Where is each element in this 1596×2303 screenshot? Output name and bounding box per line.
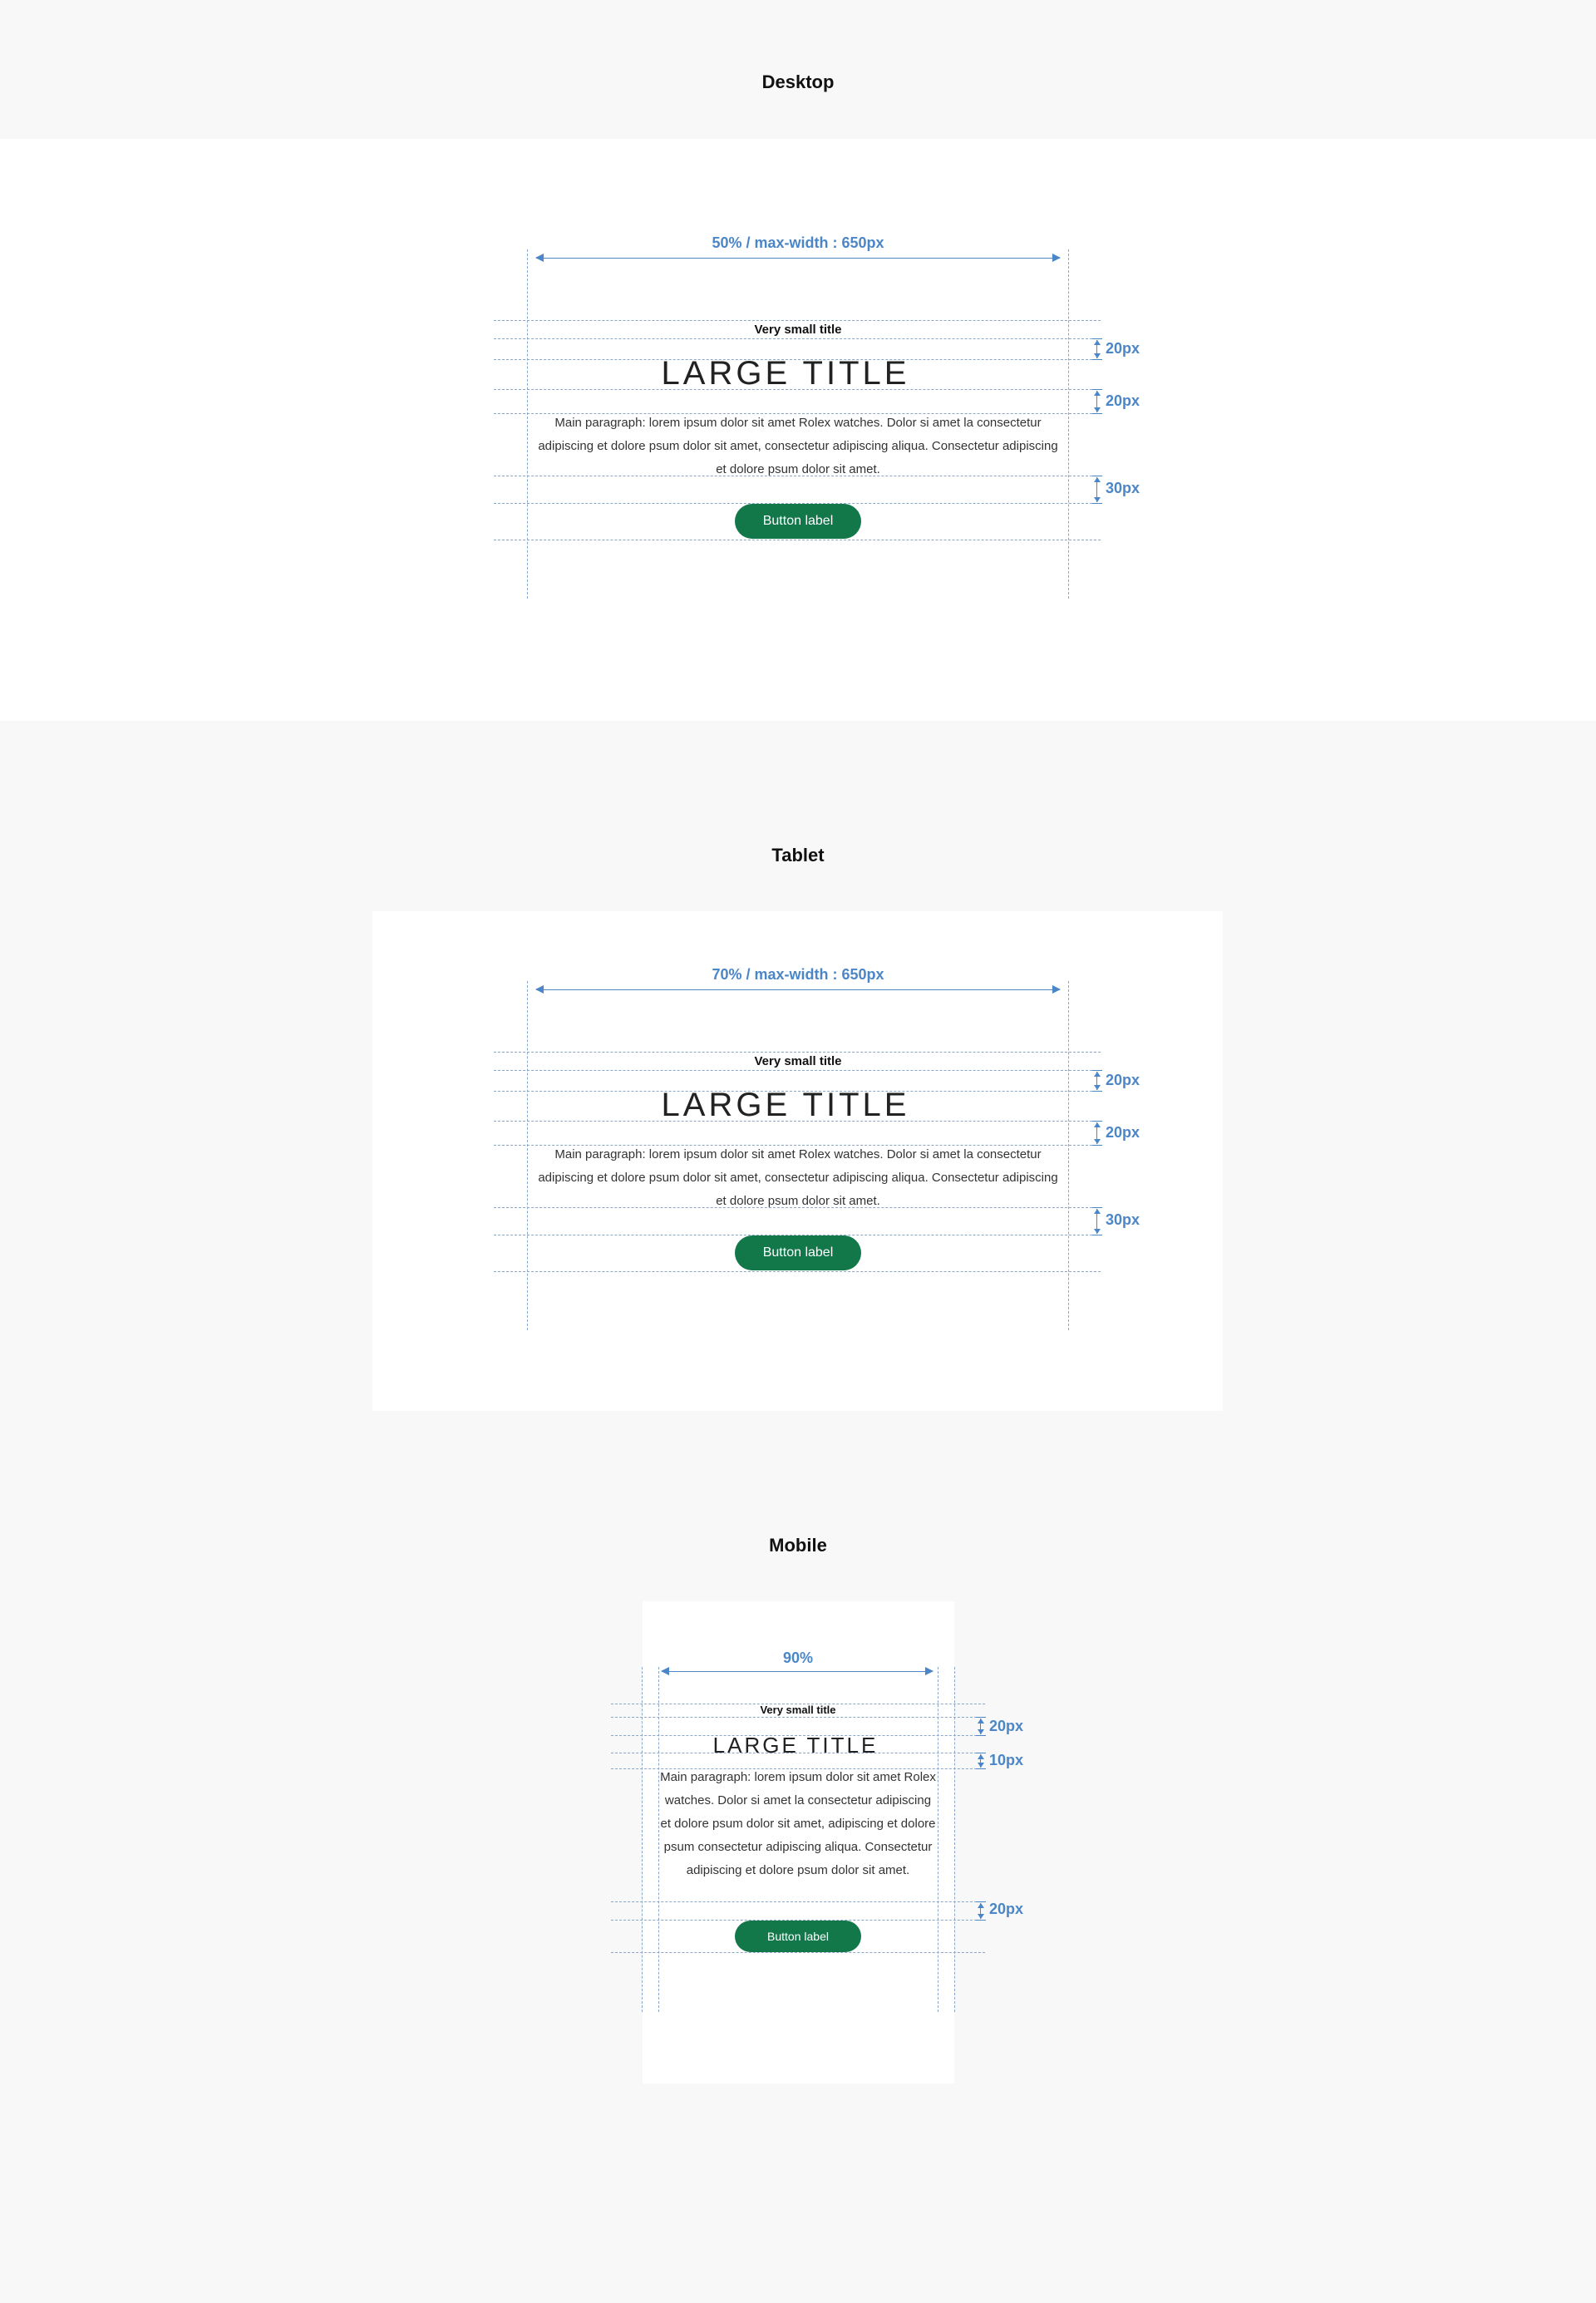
section-title-tablet: Tablet [771,845,825,865]
arrow-up-icon [1094,1072,1101,1077]
spacing-tick [976,1768,986,1769]
arrow-down-icon [1094,1229,1101,1234]
spacing-tick [1092,503,1102,504]
arrow-down-icon [978,1914,984,1919]
width-measure-label: 50% / max-width : 650px [712,234,884,251]
arrow-right-icon [925,1667,933,1675]
very-small-title: Very small title [760,1704,836,1716]
spacing-label: 20px [989,1901,1024,1917]
spacing-tick [1092,1070,1102,1071]
width-measure-arrow [662,1671,933,1672]
right-guide-line [1068,981,1069,1330]
spacing-label: 30px [1106,1211,1140,1228]
section-title-desktop: Desktop [761,72,835,92]
guide-line [494,1271,1101,1272]
canvas-edge-guide-line [954,1667,955,2012]
arrow-up-icon [1094,391,1101,396]
spacing-tick [976,1901,986,1902]
section-title-mobile: Mobile [769,1535,827,1556]
spacing-tick [1092,1145,1102,1146]
right-guide-line [1068,249,1069,599]
guide-line [611,1952,985,1953]
spacing-label: 20px [1106,1124,1140,1141]
guide-line [611,1901,985,1902]
large-title: LARGE TITLE [661,1087,910,1123]
arrow-up-icon [978,1719,984,1724]
spacing-tick [1092,359,1102,360]
spacing-tick [1092,1121,1102,1122]
guide-line [494,1052,1101,1053]
cta-button[interactable]: Button label [735,1921,861,1952]
width-measure-label: 70% / max-width : 650px [712,966,884,983]
main-paragraph: Main paragraph: lorem ipsum dolor sit am… [538,416,1058,476]
spacing-label: 10px [989,1752,1024,1768]
arrow-down-icon [1094,497,1101,502]
guide-line [494,320,1101,321]
width-measure-label: 90% [782,1650,814,1666]
arrow-left-icon [535,985,544,994]
spacing-label: 20px [1106,340,1140,357]
very-small-title: Very small title [754,323,842,337]
spacing-label: 20px [989,1718,1024,1734]
arrow-up-icon [978,1903,984,1908]
arrow-up-icon [978,1754,984,1759]
left-guide-line [527,249,528,599]
arrow-left-icon [661,1667,669,1675]
spacing-label: 20px [1106,392,1140,409]
arrow-up-icon [1094,477,1101,482]
cta-button[interactable]: Button label [735,1235,861,1270]
arrow-up-icon [1094,1122,1101,1127]
arrow-up-icon [1094,1209,1101,1214]
arrow-down-icon [1094,407,1101,412]
large-title: LARGE TITLE [661,355,910,392]
canvas-edge-guide-line [642,1667,643,2012]
cta-button[interactable]: Button label [735,504,861,539]
spacing-tick [1092,1207,1102,1208]
large-title: LARGE TITLE [712,1733,879,1758]
spacing-tick [1092,413,1102,414]
arrow-down-icon [1094,1085,1101,1090]
spacing-tick [976,1717,986,1718]
arrow-right-icon [1052,254,1061,262]
arrow-down-icon [1094,353,1101,358]
main-paragraph: Main paragraph: lorem ipsum dolor sit am… [660,1770,936,1877]
spacing-tick [1092,389,1102,390]
arrow-down-icon [978,1729,984,1734]
main-paragraph: Main paragraph: lorem ipsum dolor sit am… [538,1147,1058,1208]
guide-line [611,1717,985,1718]
arrow-up-icon [1094,340,1101,345]
left-guide-line [527,981,528,1330]
spacing-tick [976,1735,986,1736]
arrow-down-icon [978,1763,984,1768]
arrow-left-icon [535,254,544,262]
spacing-tick [1092,338,1102,339]
width-measure-arrow [536,989,1060,990]
width-measure-arrow [536,258,1060,259]
arrow-down-icon [1094,1139,1101,1144]
spacing-tick [1092,1091,1102,1092]
spacing-label: 20px [1106,1072,1140,1088]
guide-line [494,338,1101,339]
spacing-tick [976,1920,986,1921]
left-guide-line [658,1667,659,2012]
arrow-right-icon [1052,985,1061,994]
spacing-label: 30px [1106,480,1140,496]
guide-line [494,1070,1101,1071]
very-small-title: Very small title [754,1054,842,1068]
